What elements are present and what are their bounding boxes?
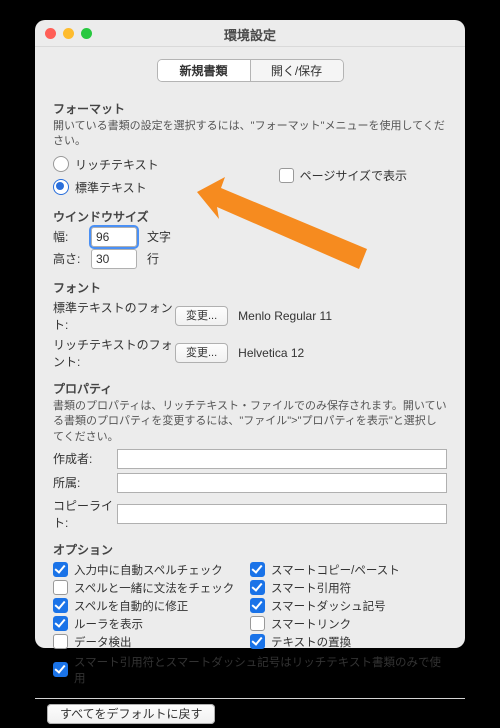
- options-grid: 入力中に自動スペルチェックスペルと一緒に文法をチェックスペルを自動的に修正ルーラ…: [53, 560, 447, 688]
- format-description: 開いている書類の設定を選択するには、"フォーマット"メニューを使用してください。: [53, 119, 447, 150]
- plain-font-label: 標準テキストのフォント:: [53, 299, 175, 333]
- option-checkbox[interactable]: テキストの置換: [250, 634, 447, 650]
- option-checkbox[interactable]: データ検出: [53, 634, 250, 650]
- checkbox-label: ページサイズで表示: [300, 167, 407, 184]
- checkbox-icon: [53, 616, 68, 631]
- checkbox-label: スマートリンク: [271, 616, 351, 632]
- radio-label: リッチテキスト: [75, 156, 159, 173]
- footer: すべてをデフォルトに戻す: [35, 698, 465, 728]
- options-heading: オプション: [53, 541, 447, 558]
- checkbox-label: スペルと一緒に文法をチェック: [74, 580, 234, 596]
- radio-label: 標準テキスト: [75, 179, 147, 196]
- checkbox-icon: [53, 598, 68, 613]
- option-checkbox[interactable]: スペルを自動的に修正: [53, 598, 250, 614]
- checkbox-label: スマート引用符とスマートダッシュ記号はリッチテキスト書類のみで使用: [74, 654, 447, 686]
- width-unit: 文字: [147, 228, 171, 245]
- window-size-heading: ウインドウサイズ: [53, 208, 447, 225]
- properties-description: 書類のプロパティは、リッチテキスト・ファイルでのみ保存されます。開いている書類の…: [53, 399, 447, 445]
- checkbox-label: テキストの置換: [271, 634, 351, 650]
- option-checkbox[interactable]: 入力中に自動スペルチェック: [53, 562, 250, 578]
- checkbox-label: ルーラを表示: [74, 616, 143, 632]
- option-checkbox[interactable]: スペルと一緒に文法をチェック: [53, 580, 250, 596]
- height-unit: 行: [147, 250, 159, 267]
- checkbox-icon: [250, 562, 265, 577]
- checkbox-icon: [53, 562, 68, 577]
- option-checkbox[interactable]: スマート引用符: [250, 580, 447, 596]
- option-checkbox[interactable]: スマート引用符とスマートダッシュ記号はリッチテキスト書類のみで使用: [53, 654, 447, 686]
- checkbox-label: スマート引用符: [271, 580, 351, 596]
- copyright-input[interactable]: [117, 504, 447, 524]
- rich-font-label: リッチテキストのフォント:: [53, 336, 175, 370]
- checkbox-icon: [279, 168, 294, 183]
- option-checkbox[interactable]: スマートダッシュ記号: [250, 598, 447, 614]
- checkbox-label: データ検出: [74, 634, 132, 650]
- properties-heading: プロパティ: [53, 380, 447, 397]
- height-label: 高さ:: [53, 250, 83, 267]
- width-input[interactable]: 96: [91, 227, 137, 247]
- checkbox-icon: [250, 580, 265, 595]
- font-heading: フォント: [53, 279, 447, 296]
- content: フォーマット 開いている書類の設定を選択するには、"フォーマット"メニューを使用…: [35, 82, 465, 698]
- author-input[interactable]: [117, 449, 447, 469]
- radio-plain-text[interactable]: 標準テキスト: [53, 179, 159, 196]
- titlebar: 環境設定: [35, 20, 465, 47]
- option-checkbox[interactable]: スマートリンク: [250, 616, 447, 632]
- checkbox-label: スペルを自動的に修正: [74, 598, 188, 614]
- checkbox-page-size[interactable]: ページサイズで表示: [279, 167, 407, 184]
- width-label: 幅:: [53, 228, 83, 245]
- checkbox-icon: [250, 598, 265, 613]
- copyright-label: コピーライト:: [53, 497, 117, 531]
- checkbox-icon: [250, 616, 265, 631]
- radio-icon: [53, 156, 69, 172]
- rich-font-value: Helvetica 12: [238, 346, 304, 360]
- tabs: 新規書類 開く/保存: [35, 59, 465, 82]
- checkbox-label: 入力中に自動スペルチェック: [74, 562, 223, 578]
- plain-font-value: Menlo Regular 11: [238, 309, 332, 323]
- format-heading: フォーマット: [53, 100, 447, 117]
- option-checkbox[interactable]: スマートコピー/ペースト: [250, 562, 447, 578]
- change-plain-font-button[interactable]: 変更...: [175, 306, 228, 326]
- change-rich-font-button[interactable]: 変更...: [175, 343, 228, 363]
- checkbox-icon: [53, 634, 68, 649]
- org-label: 所属:: [53, 474, 117, 491]
- checkbox-icon: [250, 634, 265, 649]
- preferences-window: 環境設定 新規書類 開く/保存 フォーマット 開いている書類の設定を選択するには…: [35, 20, 465, 648]
- reset-defaults-button[interactable]: すべてをデフォルトに戻す: [47, 704, 215, 724]
- window-title: 環境設定: [35, 25, 465, 44]
- radio-rich-text[interactable]: リッチテキスト: [53, 156, 159, 173]
- height-input[interactable]: 30: [91, 249, 137, 269]
- checkbox-label: スマートダッシュ記号: [271, 598, 386, 614]
- checkbox-icon: [53, 580, 68, 595]
- checkbox-icon: [53, 662, 68, 677]
- author-label: 作成者:: [53, 450, 117, 467]
- tab-open-save[interactable]: 開く/保存: [250, 60, 343, 81]
- org-input[interactable]: [117, 473, 447, 493]
- radio-icon: [53, 179, 69, 195]
- checkbox-label: スマートコピー/ペースト: [271, 562, 400, 578]
- tab-new-document[interactable]: 新規書類: [158, 60, 250, 81]
- option-checkbox[interactable]: ルーラを表示: [53, 616, 250, 632]
